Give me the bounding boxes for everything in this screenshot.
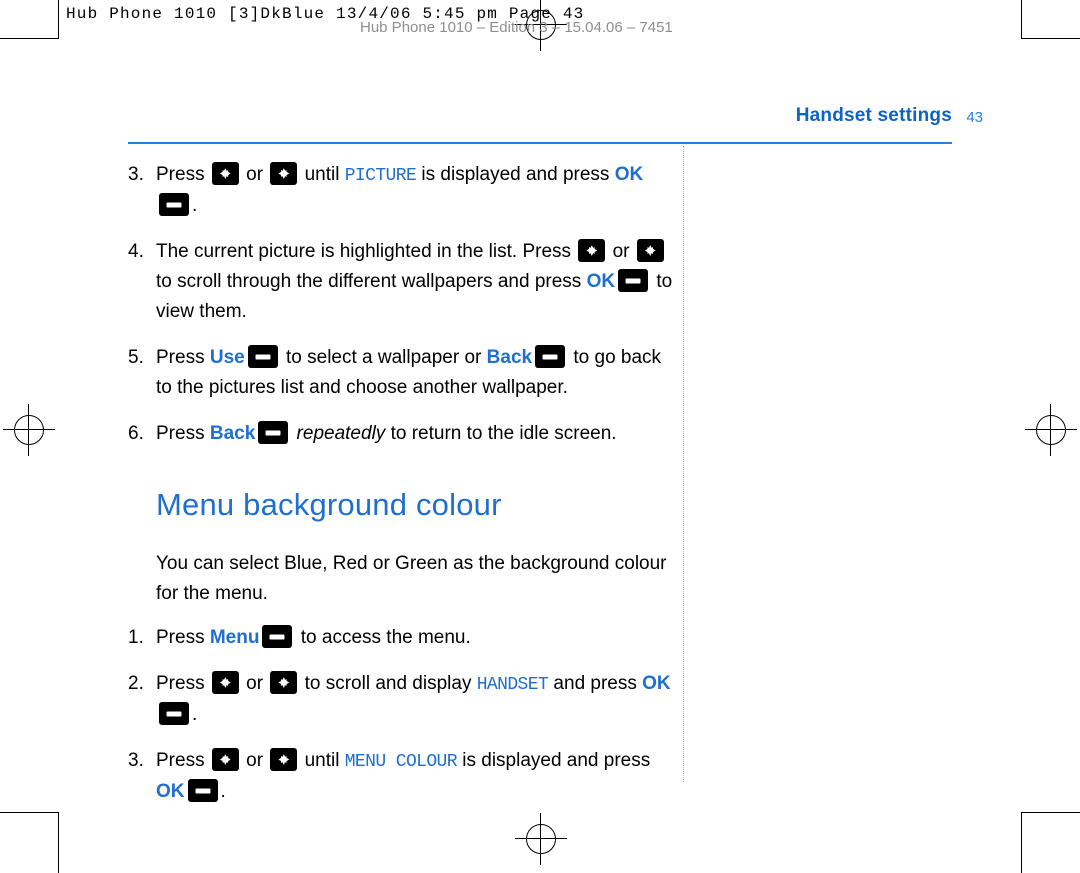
key-label: OK [156, 781, 185, 802]
step-number: 1. [128, 627, 144, 648]
soft-key-icon [247, 345, 278, 368]
numbered-step: 3. Press or until PICTURE is displayed an… [128, 160, 673, 221]
soft-key-icon [159, 702, 189, 725]
key-label: Back [209, 423, 256, 444]
running-head: Handset settings [795, 105, 952, 126]
section-heading: Menu background colour [156, 487, 502, 522]
step-text: Press Menu to access the menu. [156, 625, 471, 648]
soft-key-icon [535, 345, 566, 368]
key-label: Back [486, 347, 533, 368]
key-label: OK [642, 673, 671, 694]
step-number: 5. [128, 347, 144, 368]
step-number: 3. [128, 164, 144, 185]
steps-top-list: 3. Press or until PICTURE is displayed an… [128, 160, 673, 449]
soft-key-icon [258, 421, 289, 444]
column-divider-rule [683, 146, 685, 782]
nav-key-icon [270, 671, 298, 694]
header-rule [128, 142, 952, 144]
emphasis-text: repeatedly [291, 423, 386, 444]
body-column: 3. Press or until PICTURE is displayed an… [128, 160, 673, 823]
numbered-step: 5. Press Use to select a wallpaper or Bac… [128, 343, 673, 403]
nav-key-icon [211, 162, 239, 185]
key-label: Menu [209, 627, 260, 648]
nav-key-icon [211, 671, 239, 694]
nav-key-icon [270, 748, 298, 771]
section-intro-paragraph: You can select Blue, Red or Green as the… [156, 553, 667, 604]
step-text: Press or to scroll and display HANDSET a… [156, 671, 671, 725]
step-number: 3. [128, 750, 144, 771]
step-text: Press Back repeatedly to return to the i… [156, 421, 617, 444]
display-text: PICTURE [344, 166, 417, 186]
numbered-step: 1. Press Menu to access the menu. [128, 623, 673, 653]
step-number: 4. [128, 241, 144, 262]
display-text: HANDSET [476, 675, 549, 695]
display-text: MENU COLOUR [344, 752, 458, 772]
step-number: 2. [128, 673, 144, 694]
key-label: Use [209, 347, 245, 368]
step-text: The current picture is highlighted in th… [156, 239, 673, 322]
numbered-step: 4. The current picture is highlighted in … [128, 237, 673, 327]
key-label: OK [614, 164, 644, 185]
steps-bottom-list: 1. Press Menu to access the menu. 2. Press … [128, 623, 673, 807]
numbered-step: 3. Press or until MENU COLOUR is displaye… [128, 746, 673, 807]
numbered-step: 6. Press Back repeatedly to return to the… [128, 419, 673, 449]
step-text: Press Use to select a wallpaper or Back … [156, 345, 662, 398]
step-number: 6. [128, 423, 144, 444]
numbered-step: 2. Press or to scroll and display HANDSET… [128, 669, 673, 730]
step-text: Press or until PICTURE is displayed and … [156, 162, 644, 216]
document-page: Handset settings 43 3. Press or until PIC… [0, 0, 1080, 873]
nav-key-icon [270, 162, 298, 185]
soft-key-icon [187, 779, 218, 802]
page-number: 43 [966, 109, 983, 126]
soft-key-icon [262, 625, 293, 648]
soft-key-icon [618, 269, 649, 292]
step-text: Press or until MENU COLOUR is displayed … [156, 748, 651, 802]
nav-key-icon [636, 239, 664, 262]
nav-key-icon [211, 748, 239, 771]
key-label: OK [586, 271, 616, 292]
soft-key-icon [159, 193, 189, 216]
nav-key-icon [578, 239, 606, 262]
